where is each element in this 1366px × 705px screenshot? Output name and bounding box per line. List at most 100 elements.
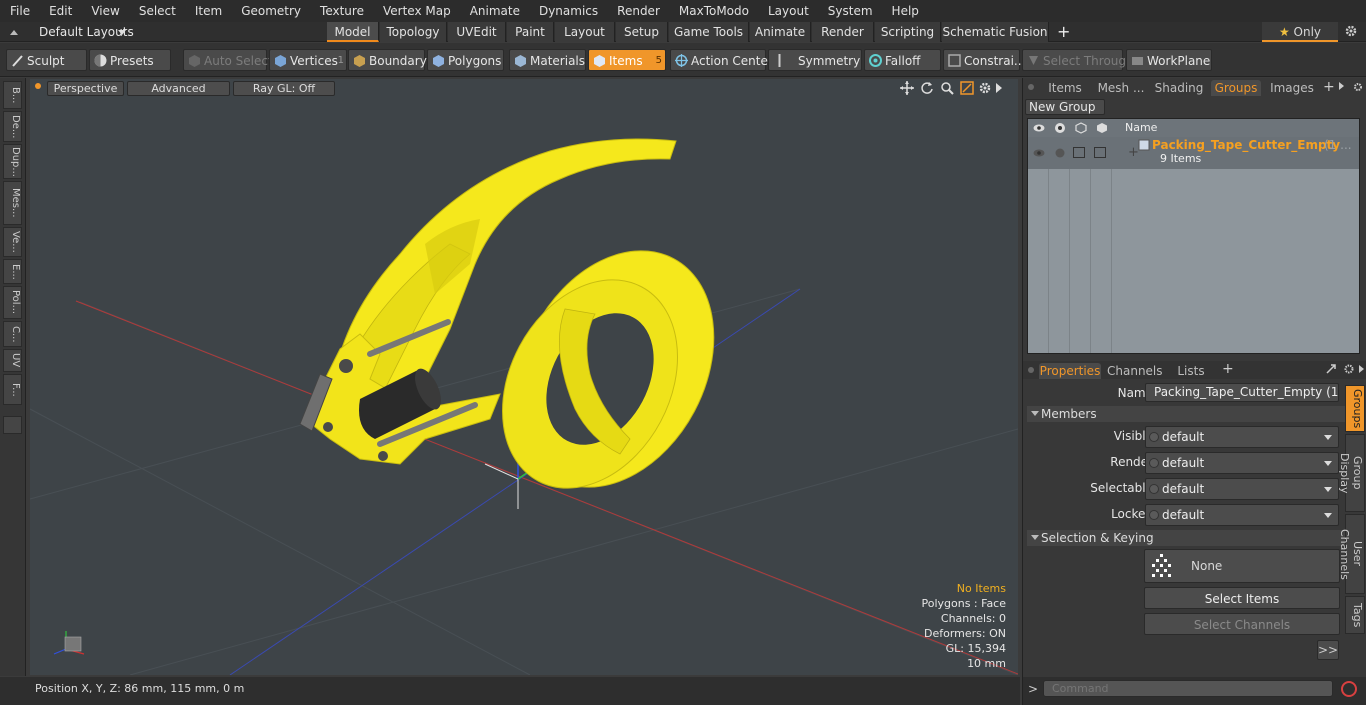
panel-more-icon[interactable]	[1339, 82, 1344, 90]
vtab-polygon[interactable]: Pol...	[3, 286, 22, 319]
tab-topology[interactable]: Topology	[380, 22, 447, 42]
menu-texture[interactable]: Texture	[310, 0, 373, 22]
lock-header-icon[interactable]	[1075, 122, 1087, 137]
menu-system[interactable]: System	[818, 0, 882, 22]
vtab-fusion[interactable]: F...	[3, 374, 22, 405]
vtab-uv[interactable]: UV	[3, 349, 22, 372]
render-dropdown[interactable]: default	[1145, 452, 1339, 474]
tab-model[interactable]: Model	[327, 22, 379, 42]
add-panel-tab-icon[interactable]: +	[1323, 79, 1335, 95]
menu-animate[interactable]: Animate	[460, 0, 529, 22]
vtab-curve[interactable]: C...	[3, 321, 22, 347]
menu-layout[interactable]: Layout	[758, 0, 818, 22]
view-perspective-button[interactable]: Perspective	[47, 81, 124, 96]
tab-uvedit[interactable]: UVEdit	[448, 22, 506, 42]
select-channels-button[interactable]: Select Channels	[1144, 613, 1340, 635]
name-field[interactable]: Packing_Tape_Cutter_Empty (11)	[1145, 383, 1339, 402]
add-tab-icon[interactable]: +	[1057, 22, 1070, 42]
select-through-button[interactable]: Select Through	[1022, 49, 1134, 71]
tab-properties[interactable]: Properties	[1039, 363, 1101, 379]
tab-game-tools[interactable]: Game Tools	[669, 22, 749, 42]
rtab-mesh[interactable]: Mesh ...	[1095, 80, 1147, 96]
maximize-icon[interactable]	[1325, 363, 1337, 375]
menu-edit[interactable]: Edit	[39, 0, 81, 22]
menu-render[interactable]: Render	[607, 0, 669, 22]
gear-icon[interactable]	[1344, 24, 1358, 38]
collapse-icon[interactable]	[9, 26, 19, 36]
side-tab-tags[interactable]: Tags	[1345, 596, 1365, 634]
add-props-tab-icon[interactable]: +	[1222, 361, 1234, 377]
visible-dropdown[interactable]: default	[1145, 426, 1339, 448]
more-button[interactable]: >>	[1317, 640, 1339, 660]
vtab-basic[interactable]: B...	[3, 81, 22, 109]
zoom-view-icon[interactable]	[940, 81, 954, 95]
menu-help[interactable]: Help	[882, 0, 928, 22]
panel-dot-icon[interactable]	[1028, 84, 1034, 90]
panel-gear-icon[interactable]	[1353, 81, 1363, 91]
viewport-gear-icon[interactable]	[978, 81, 992, 95]
tab-render[interactable]: Render	[812, 22, 874, 42]
record-icon[interactable]	[1341, 681, 1357, 697]
menu-vertex-map[interactable]: Vertex Map	[373, 0, 460, 22]
menu-maxtomodo[interactable]: MaxToModo	[669, 0, 758, 22]
side-tab-group-display[interactable]: Group Display	[1338, 434, 1365, 512]
vtab-edge[interactable]: E...	[3, 259, 22, 284]
selectable-dropdown[interactable]: default	[1145, 478, 1339, 500]
shading-advanced-button[interactable]: Advanced	[127, 81, 230, 96]
viewport-dot-icon[interactable]	[35, 83, 41, 89]
select-checkbox[interactable]	[1094, 147, 1106, 158]
select-items-button[interactable]: Select Items	[1144, 587, 1340, 609]
menu-item[interactable]: Item	[185, 0, 231, 22]
auto-select-button[interactable]: Auto Select	[183, 49, 273, 71]
vtab-duplicate[interactable]: Dup...	[3, 144, 22, 179]
rtab-shading[interactable]: Shading	[1153, 80, 1205, 96]
fit-view-icon[interactable]	[960, 81, 974, 95]
polygons-button[interactable]: Polygons	[427, 49, 504, 71]
menu-geometry[interactable]: Geometry	[231, 0, 310, 22]
props-dot-icon[interactable]	[1028, 367, 1034, 373]
falloff-button[interactable]: Falloff	[864, 49, 941, 71]
materials-button[interactable]: Materials	[509, 49, 586, 71]
group-name[interactable]: Packing_Tape_Cutter_Empty	[1152, 138, 1340, 152]
select-header-icon[interactable]	[1096, 122, 1108, 137]
workplane-button[interactable]: WorkPlane	[1126, 49, 1212, 71]
tab-setup[interactable]: Setup	[616, 22, 668, 42]
render-toggle-icon[interactable]	[1054, 147, 1066, 162]
vtab-vertex[interactable]: Ve...	[3, 227, 22, 257]
render-header-icon[interactable]	[1054, 122, 1066, 137]
presets-button[interactable]: Presets	[89, 49, 171, 71]
constraints-button[interactable]: Constrai...	[943, 49, 1025, 71]
3d-viewport[interactable]: Perspective Advanced Ray GL: Off No Item…	[30, 79, 1018, 675]
tab-layout[interactable]: Layout	[555, 22, 615, 42]
rotate-view-icon[interactable]	[920, 81, 934, 95]
only-toggle[interactable]: ★ Only	[1262, 22, 1338, 42]
items-button[interactable]: Items 5	[588, 49, 666, 71]
tab-channels[interactable]: Channels	[1107, 363, 1163, 379]
vtab-mesh[interactable]: Mes...	[3, 181, 22, 225]
move-view-icon[interactable]	[900, 81, 914, 95]
eye-header-icon[interactable]	[1033, 122, 1045, 136]
tab-animate[interactable]: Animate	[750, 22, 811, 42]
menu-file[interactable]: File	[0, 0, 39, 22]
sculpt-button[interactable]: Sculpt	[6, 49, 87, 71]
members-section[interactable]: Members	[1027, 406, 1360, 422]
tab-schematic-fusion[interactable]: Schematic Fusion	[942, 22, 1049, 42]
symmetry-button[interactable]: Symmetry	[768, 49, 862, 71]
rtab-items[interactable]: Items	[1043, 80, 1087, 96]
viewport-expand-icon[interactable]	[996, 83, 1002, 93]
props-more-icon[interactable]	[1359, 365, 1364, 373]
side-tab-user-channels[interactable]: User Channels	[1338, 514, 1365, 594]
rtab-images[interactable]: Images	[1267, 80, 1317, 96]
menu-dynamics[interactable]: Dynamics	[529, 0, 607, 22]
side-tab-groups[interactable]: Groups	[1345, 385, 1365, 432]
group-row[interactable]: + Packing_Tape_Cutter_Empty (1 ... 9 Ite…	[1028, 137, 1359, 169]
name-column-header[interactable]: Name	[1125, 121, 1157, 134]
boundary-button[interactable]: Boundary	[348, 49, 427, 71]
menu-view[interactable]: View	[81, 0, 128, 22]
raygl-button[interactable]: Ray GL: Off	[233, 81, 335, 96]
command-input[interactable]	[1043, 680, 1333, 697]
vtab-deform[interactable]: De...	[3, 111, 22, 142]
selection-keying-section[interactable]: Selection & Keying	[1027, 530, 1360, 546]
vertices-button[interactable]: Vertices 1	[269, 49, 347, 71]
locked-dropdown[interactable]: default	[1145, 504, 1339, 526]
